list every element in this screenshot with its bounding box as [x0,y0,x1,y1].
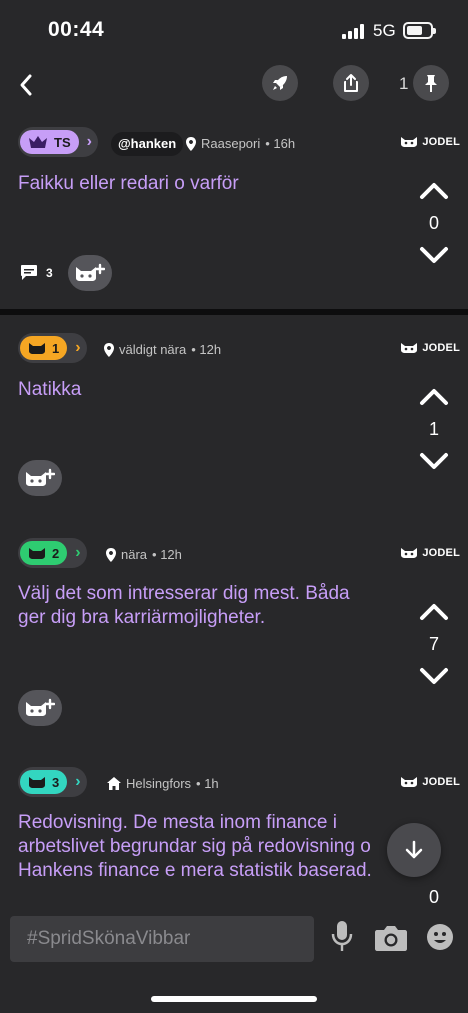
reply-badge-pill: 1 [20,336,68,360]
status-time: 00:44 [48,18,105,41]
share-button[interactable] [333,65,369,101]
chevron-right-icon: › [86,133,92,150]
reply-badge-label: 3 [52,774,60,790]
emoji-icon[interactable] [426,923,454,951]
post-meta: nära • 12h [106,547,182,562]
post-meta: väldigt nära • 12h [104,342,221,357]
arrow-down-icon [405,840,423,859]
location-label: väldigt nära [119,342,187,357]
downvote-chevron-icon[interactable] [418,451,450,473]
camera-icon[interactable] [374,924,408,952]
reply-badge[interactable]: 2 › [18,538,87,568]
scroll-to-bottom-button[interactable] [387,823,441,877]
post-text: Välj det som intresserar dig mest. Båda … [18,583,350,628]
jodel-logo-icon [401,343,418,353]
home-indicator [151,996,317,1002]
channel-handle[interactable]: @hanken [111,132,184,156]
vote-count: 0 [428,887,439,903]
post-meta: Helsingfors • 1h [107,776,219,791]
jodel-brand-label: JODEL [422,776,460,788]
jodel-brand: JODEL [400,547,460,559]
reply-badge-label: 2 [52,545,60,561]
chevron-right-icon: › [75,544,81,561]
pin-icon [425,75,437,92]
vote-count: 1 [428,419,439,439]
reply-post: 1 › väldigt nära • 12h JODEL Natikka 1 [0,333,468,513]
jodel-brand-label: JODEL [422,136,460,148]
comment-icon [21,265,37,280]
vote-count: 7 [428,634,439,654]
composer-bar: #SpridSkönaVibbar [0,903,468,1013]
jodel-logo-icon [401,777,418,787]
time-label: • 12h [191,342,222,357]
chevron-right-icon: › [75,339,81,356]
add-chat-button[interactable] [68,255,112,291]
status-bar: 00:44 5G [0,0,468,60]
pin-count: 1 [399,74,409,93]
jodel-add-icon [26,698,55,716]
time-label: • 16h [265,136,296,151]
reply-post: 2 › nära • 12h JODEL Välj det som intres… [0,538,468,728]
post-text: Natikka [18,379,82,400]
jodel-brand-label: JODEL [422,342,460,354]
upvote-chevron-icon[interactable] [418,179,450,201]
location-pin-icon [104,342,114,357]
op-badge[interactable]: TS › [18,127,98,157]
location-label: nära [121,547,148,562]
post-text: Faikku eller redari o varför [18,173,239,194]
pin-button[interactable] [413,65,449,101]
upvote-chevron-icon[interactable] [418,600,450,622]
chevron-right-icon: › [75,773,81,790]
jodel-brand: JODEL [400,136,460,148]
reply-badge[interactable]: 1 › [18,333,87,363]
jodel-add-icon [76,263,105,281]
jodel-logo-icon [401,137,418,147]
jodel-face-icon [29,342,45,354]
back-icon[interactable] [14,68,40,102]
jodel-brand: JODEL [400,342,460,354]
post-divider [0,309,468,315]
share-icon [344,74,358,92]
reply-input[interactable]: #SpridSkönaVibbar [10,916,314,962]
time-label: • 12h [152,547,182,562]
rocket-icon [273,76,287,90]
add-chat-button[interactable] [18,690,62,726]
jodel-face-icon [29,776,45,788]
location-pin-icon [106,547,116,562]
reply-badge-pill: 2 [20,541,68,565]
op-badge-label: TS [54,134,71,150]
jodel-brand: JODEL [400,776,460,788]
jodel-add-icon [26,468,55,486]
add-chat-button[interactable] [18,460,62,496]
location-label: Helsingfors [126,776,192,791]
post-meta: Raasepori • 16h [186,136,295,151]
location-pin-icon [186,136,196,151]
upvote-chevron-icon[interactable] [418,385,450,407]
boost-rocket-button[interactable] [262,65,298,101]
vote-count: 0 [428,213,439,233]
downvote-chevron-icon[interactable] [418,245,450,267]
reply-badge[interactable]: 3 › [18,767,87,797]
microphone-icon[interactable] [331,920,353,952]
comment-count: 3 [46,265,53,280]
downvote-chevron-icon[interactable] [418,666,450,688]
original-post: TS › @hanken Raasepori • 16h JODEL Faikk… [0,127,468,309]
comment-count-button[interactable]: 3 [20,264,53,281]
crown-icon [29,136,47,148]
post-text: Redovisning. De mesta inom finance i arb… [18,812,372,881]
reply-badge-label: 1 [52,340,60,356]
signal-icon [342,24,364,39]
home-icon [107,777,121,790]
network-label: 5G [373,21,396,40]
time-label: • 1h [196,776,219,791]
jodel-face-icon [29,547,45,559]
location-label: Raasepori [201,136,261,151]
jodel-logo-icon [401,548,418,558]
top-navigation-bar: 1 [0,60,468,110]
reply-badge-pill: 3 [20,770,68,794]
op-badge-pill: TS [20,130,79,154]
battery-icon [403,22,436,39]
jodel-brand-label: JODEL [422,547,460,559]
